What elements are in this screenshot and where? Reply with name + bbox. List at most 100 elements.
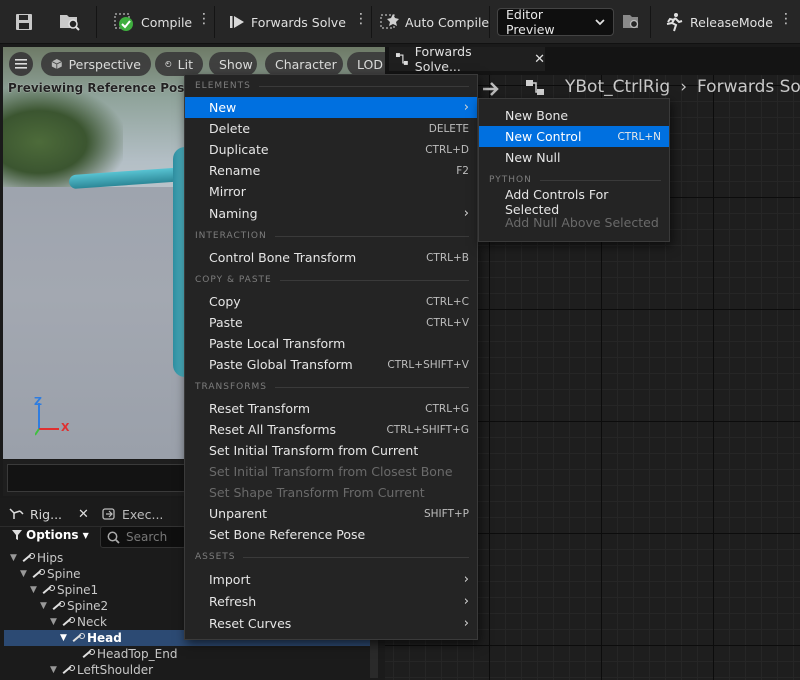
release-mode-button[interactable]: ReleaseMode [664, 8, 773, 36]
expand-arrow-icon[interactable]: ▼ [50, 614, 60, 630]
menu-item-label: Set Initial Transform from Current [209, 443, 419, 458]
shortcut-label: CTRL+V [426, 316, 469, 329]
expand-arrow-icon[interactable]: ▼ [30, 582, 40, 598]
menu-item-new-bone[interactable]: New Bone [479, 105, 669, 126]
menu-item-label: Paste Local Transform [209, 336, 346, 351]
search-icon [107, 531, 120, 544]
bone-label: Hips [37, 551, 64, 565]
menu-item-delete[interactable]: Delete DELETE [185, 118, 477, 139]
shortcut-label: SHIFT+P [423, 507, 469, 520]
bone-icon [60, 616, 75, 628]
chevron-right-icon: › [463, 616, 469, 631]
menu-item-set-initial-from-current[interactable]: Set Initial Transform from Current [185, 440, 477, 461]
section-header-elements: ELEMENTS [195, 81, 469, 91]
hierarchy-search-input[interactable]: Search [100, 526, 186, 548]
character-button[interactable]: Character [265, 52, 343, 76]
menu-item-new-control[interactable]: New Control CTRL+N [479, 126, 669, 147]
show-button[interactable]: Show [209, 52, 257, 76]
release-mode-label: ReleaseMode [690, 14, 773, 30]
axis-x-label: X [61, 421, 70, 434]
menu-item-label: Naming [209, 206, 258, 221]
expand-arrow-icon[interactable]: ▼ [40, 598, 50, 614]
shortcut-label: CTRL+G [425, 402, 469, 415]
menu-item-duplicate[interactable]: Duplicate CTRL+D [185, 139, 477, 160]
hamburger-icon [15, 59, 27, 69]
editor-preview-dropdown[interactable]: Editor Preview [497, 7, 614, 37]
menu-item-rename[interactable]: Rename F2 [185, 160, 477, 181]
compile-options-kebab[interactable]: ⋮ [197, 12, 211, 26]
main-toolbar: Compile ⋮ Forwards Solve ⋮ Auto Compile … [0, 0, 800, 44]
lod-button[interactable]: LOD [347, 52, 385, 76]
shortcut-label: CTRL+N [617, 130, 661, 143]
context-menu: ELEMENTS New › Delete DELETE Duplicate C… [184, 74, 478, 640]
menu-item-refresh[interactable]: Refresh › [185, 591, 477, 612]
menu-item-add-controls-for-selected[interactable]: Add Controls For Selected [479, 187, 669, 217]
expand-arrow-icon[interactable]: ▼ [60, 630, 70, 646]
section-header-copy-paste: COPY & PASTE [195, 275, 469, 285]
menu-item-label: Paste Global Transform [209, 357, 353, 372]
menu-item-paste-local-transform[interactable]: Paste Local Transform [185, 333, 477, 354]
bone-icon [60, 664, 75, 676]
debug-object-button[interactable] [621, 8, 641, 36]
section-header-transforms: TRANSFORMS [195, 382, 469, 392]
compile-button[interactable]: Compile [113, 8, 192, 36]
menu-item-paste[interactable]: Paste CTRL+V [185, 312, 477, 333]
menu-item-unparent[interactable]: Unparent SHIFT+P [185, 503, 477, 524]
perspective-button[interactable]: Perspective [41, 52, 151, 76]
menu-item-new[interactable]: New › [185, 97, 477, 118]
options-dropdown[interactable]: Options ▼ [12, 528, 89, 542]
menu-item-reset-transform[interactable]: Reset Transform CTRL+G [185, 398, 477, 419]
tab-rig-hierarchy[interactable]: Rig... ✕ [8, 502, 89, 526]
menu-item-set-bone-reference-pose[interactable]: Set Bone Reference Pose [185, 524, 477, 545]
menu-item-new-null[interactable]: New Null [479, 147, 669, 168]
menu-item-label: Reset Curves [209, 616, 292, 631]
shortcut-label: F2 [456, 164, 469, 177]
release-mode-kebab[interactable]: ⋮ [779, 12, 793, 26]
menu-item-import[interactable]: Import › [185, 569, 477, 590]
menu-item-label: New Bone [505, 108, 569, 123]
close-graph-tab-icon[interactable]: ✕ [534, 52, 545, 67]
shortcut-label: CTRL+D [425, 143, 469, 156]
menu-item-label: Delete [209, 121, 251, 136]
expand-arrow-icon[interactable]: ▼ [20, 566, 30, 582]
find-asset-icon [623, 15, 639, 29]
forwards-solve-button[interactable]: Forwards Solve [229, 8, 346, 36]
tab-exec-label: Exec... [122, 506, 164, 522]
auto-compile-button[interactable]: Auto Compile [379, 8, 489, 36]
shortcut-label: CTRL+SHIFT+G [386, 423, 469, 436]
forward-arrow-icon[interactable] [481, 81, 501, 97]
save-button[interactable] [14, 8, 34, 36]
graph-tab-label: Forwards Solve... [414, 44, 472, 74]
bone-icon [40, 584, 55, 596]
menu-item-naming[interactable]: Naming › [185, 203, 477, 224]
bone-label: Neck [77, 615, 107, 629]
menu-item-mirror[interactable]: Mirror [185, 181, 477, 202]
menu-item-reset-all-transforms[interactable]: Reset All Transforms CTRL+SHIFT+G [185, 419, 477, 440]
tree-row-leftshoulder[interactable]: ▼ LeftShoulder [4, 662, 370, 678]
breadcrumb-asset[interactable]: YBot_CtrlRig [565, 77, 670, 97]
tab-forwards-solve-graph[interactable]: Forwards Solve... ✕ [389, 44, 545, 74]
browse-asset-button[interactable] [58, 8, 82, 36]
perspective-label: Perspective [68, 56, 141, 72]
viewport-menu-button[interactable] [9, 52, 33, 76]
running-man-icon [666, 13, 683, 32]
tab-execution-stack[interactable]: Exec... [102, 502, 163, 526]
menu-item-paste-global-transform[interactable]: Paste Global Transform CTRL+SHIFT+V [185, 354, 477, 375]
close-tab-icon[interactable]: ✕ [78, 507, 89, 522]
tree-row-headtop-end[interactable]: HeadTop_End [4, 646, 370, 662]
menu-item-label: Unparent [209, 506, 268, 521]
expand-arrow-icon[interactable]: ▼ [10, 550, 20, 566]
axis-z-label: Z [34, 395, 42, 408]
lit-button[interactable]: Lit [155, 52, 203, 76]
menu-item-label: Mirror [209, 184, 246, 199]
options-label: Options [26, 528, 79, 542]
lit-label: Lit [177, 56, 193, 72]
auto-compile-icon [380, 14, 399, 29]
breadcrumb-graph[interactable]: Forwards So [697, 77, 800, 97]
expand-arrow-icon[interactable]: ▼ [50, 662, 60, 678]
menu-item-reset-curves[interactable]: Reset Curves › [185, 613, 477, 634]
forwards-solve-kebab[interactable]: ⋮ [354, 12, 368, 26]
menu-item-control-bone-transform[interactable]: Control Bone Transform CTRL+B [185, 247, 477, 268]
menu-item-copy[interactable]: Copy CTRL+C [185, 291, 477, 312]
graph-breadcrumb: YBot_CtrlRig › Forwards So [565, 77, 800, 97]
